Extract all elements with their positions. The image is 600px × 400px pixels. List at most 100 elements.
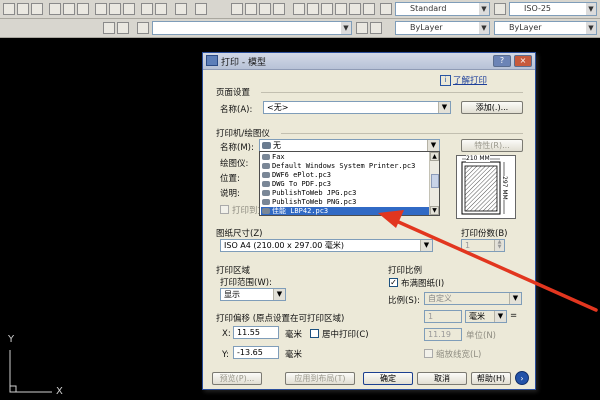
text-style-icon [380, 3, 392, 15]
sheet-set-icon[interactable] [335, 3, 347, 15]
scale-den-input[interactable]: 11.19 [424, 328, 462, 341]
publish-icon[interactable] [77, 3, 89, 15]
plot-range-combo[interactable]: 显示 ▼ [220, 288, 286, 301]
preview-button[interactable]: 预览(P)... [212, 372, 262, 385]
layer-manager-icon[interactable] [103, 22, 115, 34]
expand-options-icon[interactable]: › [515, 371, 529, 385]
preview-width-label: 210 MM [466, 155, 490, 162]
linetype-combo[interactable]: ByLayer ▼ [494, 21, 597, 35]
add-button[interactable]: 添加(.)... [461, 101, 523, 114]
make-current-icon[interactable] [356, 22, 368, 34]
match-properties-icon[interactable] [141, 3, 153, 15]
center-plot-label: 居中打印(C) [322, 330, 369, 340]
cancel-button[interactable]: 取消 [417, 372, 467, 385]
scale-combo[interactable]: 自定义 ▼ [424, 292, 522, 305]
chevron-down-icon[interactable]: ▼ [273, 289, 285, 300]
zoom-previous-icon[interactable] [273, 3, 285, 15]
close-icon[interactable]: × [514, 55, 532, 67]
scale-unit-combo[interactable]: 毫米 ▼ [465, 310, 507, 323]
dialog-titlebar[interactable]: 打印 - 模型 ? × [203, 53, 535, 70]
scroll-down-icon[interactable]: ▼ [430, 206, 439, 215]
zoom-realtime-icon[interactable] [245, 3, 257, 15]
pan-icon[interactable] [231, 3, 243, 15]
chevron-down-icon[interactable]: ▼ [420, 240, 432, 251]
chevron-down-icon[interactable]: ▼ [586, 3, 596, 15]
cut-icon[interactable] [95, 3, 107, 15]
new-icon[interactable] [3, 3, 15, 15]
learn-plot-link[interactable]: 了解打印 [453, 74, 487, 86]
preview-height-label: 297 MM [501, 176, 508, 200]
text-style-combo[interactable]: Standard ▼ [395, 2, 490, 16]
ok-button[interactable]: 确定 [363, 372, 413, 385]
center-plot-checkbox[interactable] [310, 329, 319, 338]
list-item[interactable]: DWG To PDF.pc3 [262, 180, 331, 188]
printer-name-value: 无 [273, 141, 281, 150]
dim-style-combo[interactable]: ISO-25 ▼ [509, 2, 597, 16]
open-icon[interactable] [17, 3, 29, 15]
list-item-label: DWF6 ePlot.pc3 [272, 171, 332, 179]
layer-previous-icon[interactable] [117, 22, 129, 34]
print-to-file-checkbox[interactable] [220, 205, 229, 214]
zoom-window-icon[interactable] [259, 3, 271, 15]
spinner-icon[interactable]: ▲ ▼ [494, 240, 504, 251]
scroll-up-icon[interactable]: ▲ [430, 152, 439, 161]
page-setup-name-combo[interactable]: <无> ▼ [263, 101, 451, 114]
layer-combo[interactable]: ▼ [152, 21, 352, 35]
copies-heading: 打印份数(B) [461, 229, 508, 239]
chevron-down-icon[interactable]: ▼ [479, 22, 489, 34]
list-item[interactable]: DWF6 ePlot.pc3 [262, 171, 331, 179]
tool-palettes-icon[interactable] [321, 3, 333, 15]
chevron-down-icon[interactable]: ▼ [438, 102, 450, 113]
printer-icon [262, 154, 270, 160]
list-item-label: DWG To PDF.pc3 [272, 180, 332, 188]
color-combo[interactable]: ByLayer ▼ [395, 21, 490, 35]
chevron-down-icon[interactable]: ▼ [479, 3, 489, 15]
apply-to-layout-button[interactable]: 应用到布局(T) [285, 372, 355, 385]
paste-icon[interactable] [123, 3, 135, 15]
help-icon[interactable]: ? [493, 55, 511, 67]
scroll-thumb[interactable] [431, 174, 439, 188]
scale-value: 自定义 [428, 294, 452, 303]
redo-icon[interactable] [195, 3, 207, 15]
offset-x-input[interactable]: 11.55 [233, 326, 279, 339]
list-item-selected[interactable]: 佳能 LBP42.pc3 [261, 207, 429, 215]
offset-y-label: Y: [222, 350, 229, 360]
undo-icon[interactable] [175, 3, 187, 15]
scale-lineweights-checkbox[interactable] [424, 349, 433, 358]
copy-icon[interactable] [109, 3, 121, 15]
help-button[interactable]: 帮助(H) [471, 372, 511, 385]
list-scrollbar[interactable]: ▲ ▼ [429, 152, 439, 215]
block-editor-icon[interactable] [155, 3, 167, 15]
layers-toolbar: ▼ ByLayer ▼ ByLayer ▼ [0, 19, 600, 38]
fit-to-paper-checkbox[interactable]: ✓ [389, 278, 398, 287]
list-item[interactable]: Default Windows System Printer.pc3 [262, 162, 415, 170]
calculator-icon[interactable] [363, 3, 375, 15]
offset-y-unit: 毫米 [285, 350, 303, 360]
offset-x-value: 11.55 [237, 328, 260, 337]
copies-input[interactable]: 1 ▲ ▼ [461, 239, 505, 252]
ucs-y-label: Y [8, 334, 15, 345]
properties-button[interactable]: 特性(R)... [461, 139, 523, 152]
printer-dropdown-list[interactable]: Fax Default Windows System Printer.pc3 D… [259, 151, 440, 216]
design-center-icon[interactable] [307, 3, 319, 15]
chevron-down-icon[interactable]: ▼ [509, 293, 521, 304]
save-icon[interactable] [31, 3, 43, 15]
scale-num-input[interactable]: 1 [424, 310, 462, 323]
chevron-down-icon[interactable]: ▼ [341, 22, 351, 34]
properties-icon[interactable] [293, 3, 305, 15]
chevron-down-icon[interactable]: ▼ [586, 22, 596, 34]
list-item[interactable]: PublishToWeb PNG.pc3 [262, 198, 356, 206]
markup-icon[interactable] [349, 3, 361, 15]
paper-size-combo[interactable]: ISO A4 (210.00 x 297.00 毫米) ▼ [220, 239, 433, 252]
list-item[interactable]: Fax [262, 153, 285, 161]
chevron-down-icon[interactable]: ▼ [494, 311, 506, 322]
offset-y-input[interactable]: -13.65 [233, 346, 279, 359]
scale-den-unit: 单位(N) [466, 331, 496, 341]
scale-num-value: 1 [428, 312, 434, 321]
plot-area-heading: 打印区域 [216, 266, 251, 276]
list-item[interactable]: PublishToWeb JPG.pc3 [262, 189, 356, 197]
chevron-down-icon[interactable]: ▼ [427, 140, 439, 151]
layer-states-icon[interactable] [370, 22, 382, 34]
plot-preview-icon[interactable] [63, 3, 75, 15]
plot-icon[interactable] [49, 3, 61, 15]
